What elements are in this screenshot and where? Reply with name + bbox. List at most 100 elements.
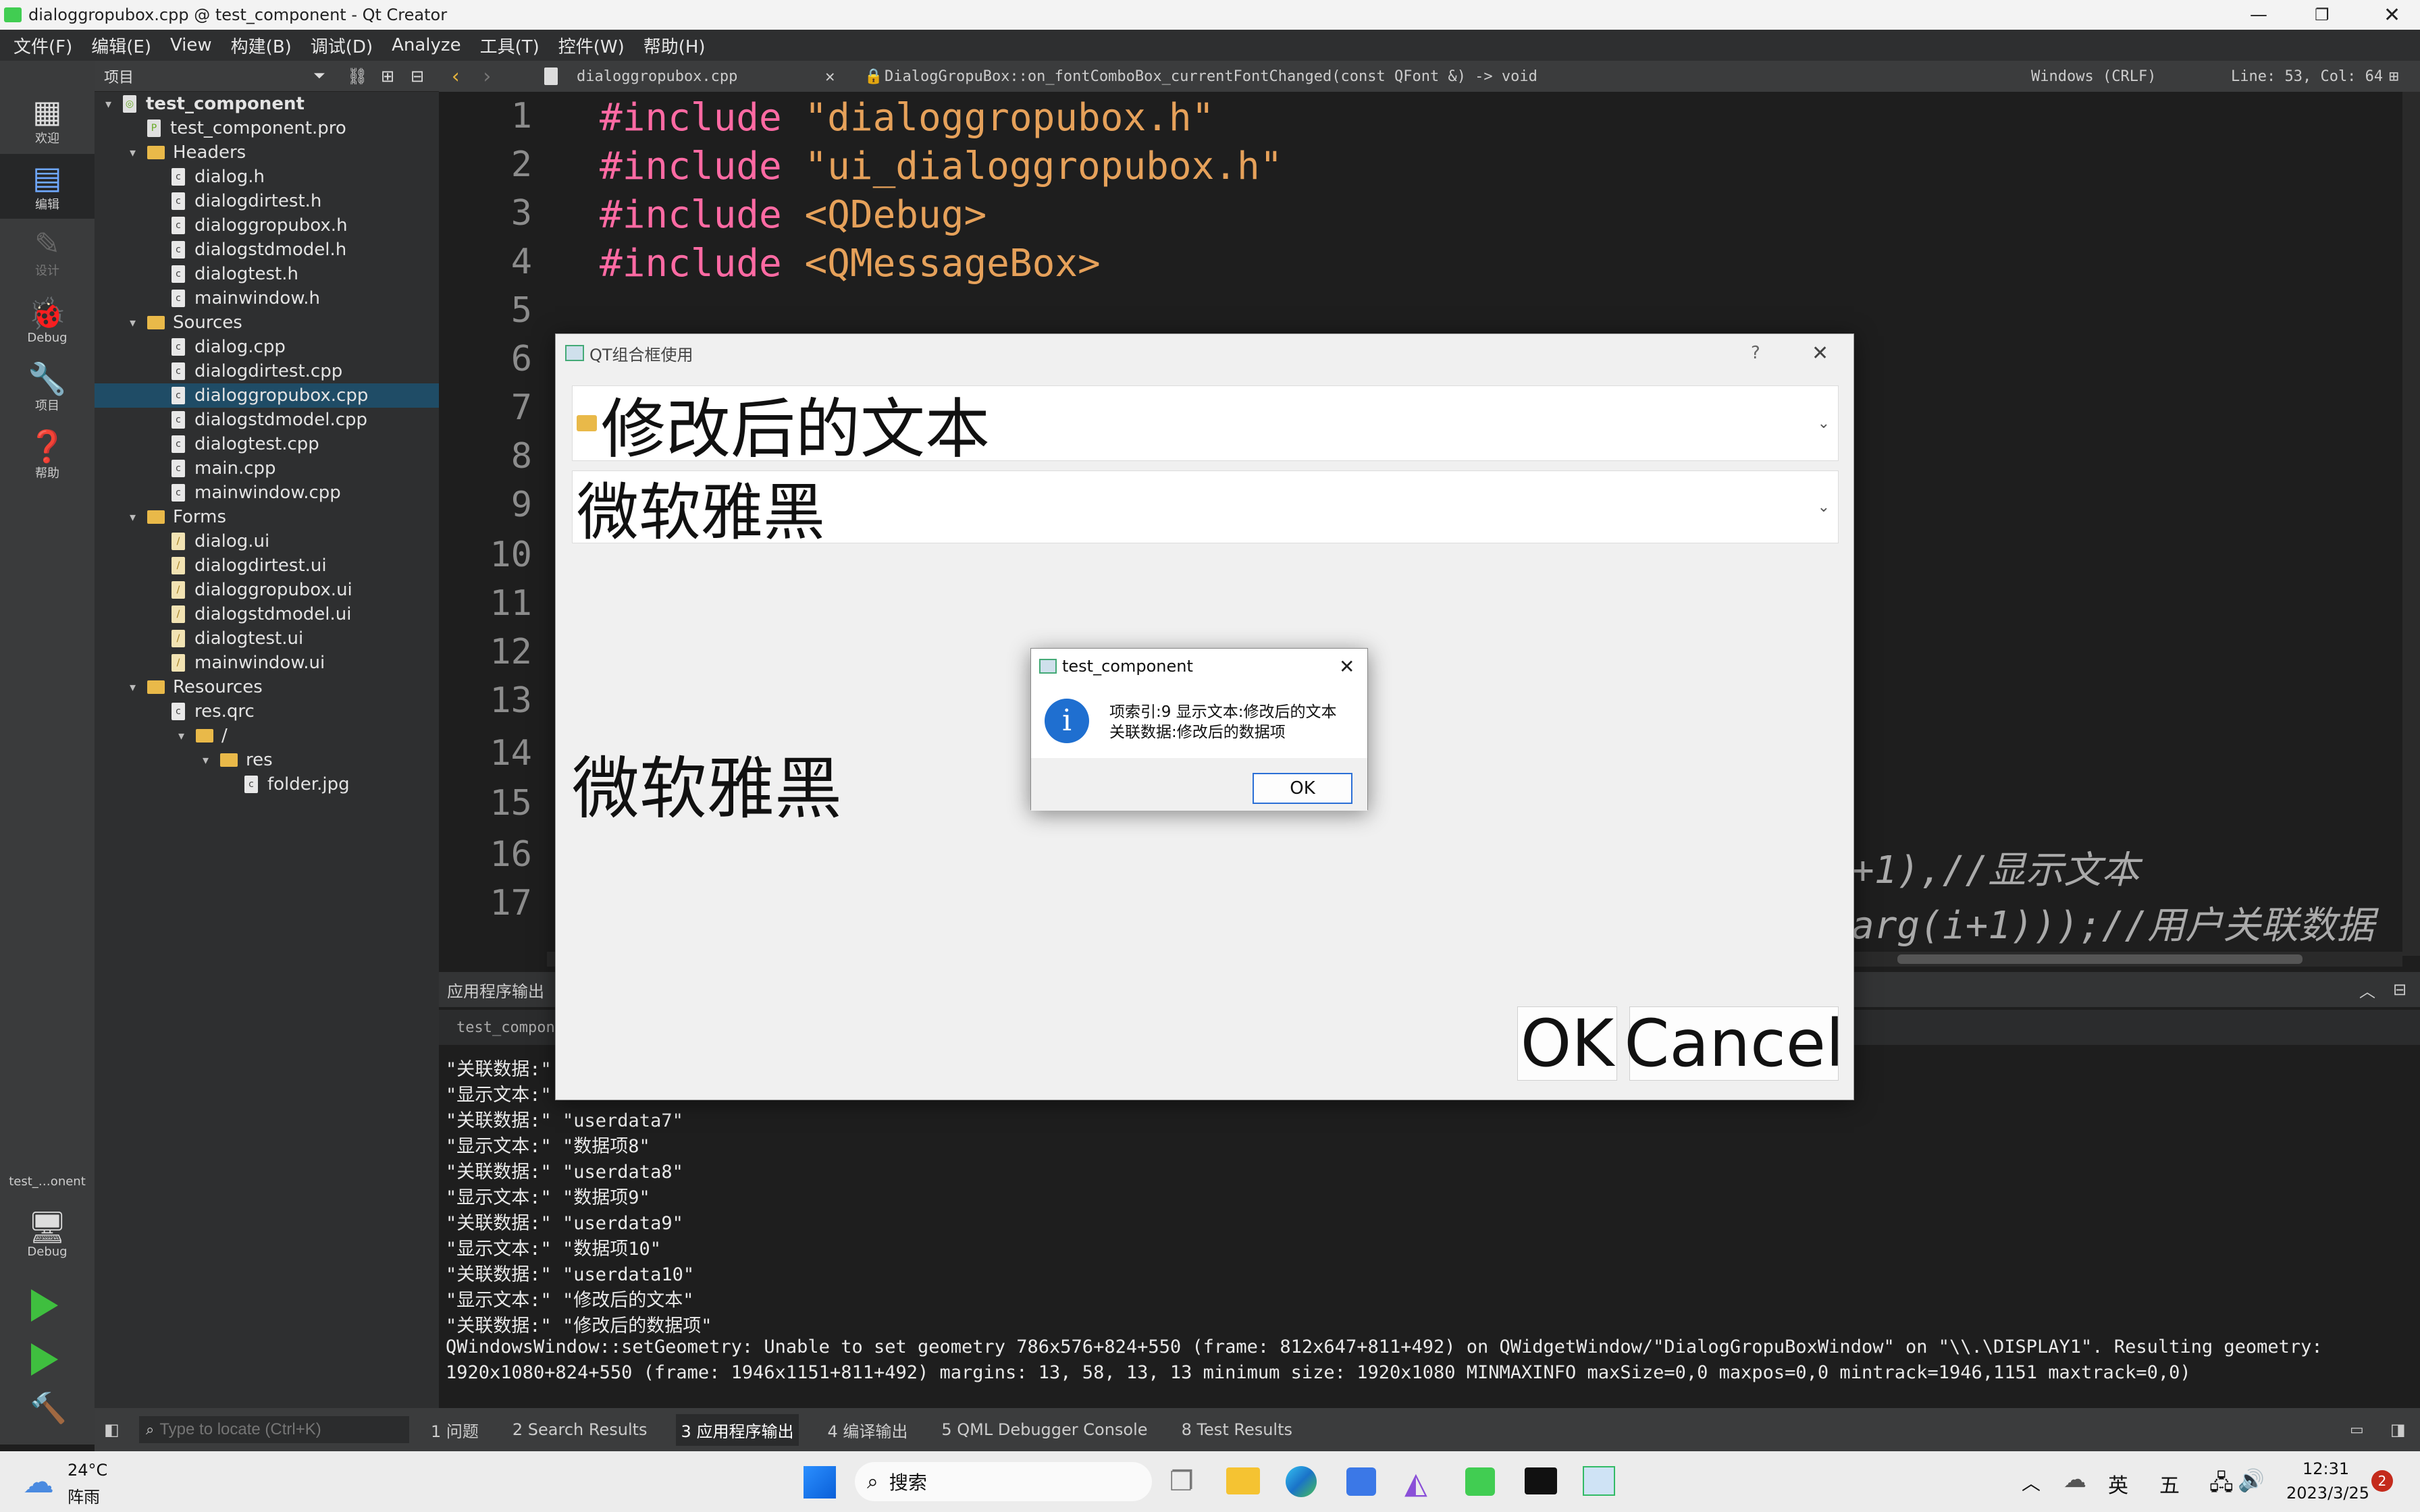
tree-item[interactable]: / dialogdirtest.ui [95,554,327,578]
tree-item[interactable]: c res.qrc [95,699,255,724]
tree-item[interactable]: ▾ Headers [95,140,246,165]
tree-item[interactable]: c mainwindow.h [95,286,320,310]
app-window-icon[interactable] [1583,1466,1615,1496]
pane-tab[interactable]: 5 QML Debugger Console [936,1416,1153,1443]
tree-item[interactable]: / mainwindow.ui [95,651,325,675]
locator-input[interactable] [159,1420,390,1439]
tree-item[interactable]: ▾ Resources [95,675,263,699]
tree-item[interactable]: ▾ Forms [95,505,226,529]
cursor-position[interactable]: Line: 53, Col: 64 [2231,68,2383,85]
run-icon[interactable] [31,1289,58,1322]
back-icon[interactable]: ‹ [450,65,462,88]
tray-expand-icon[interactable]: ︿ [2022,1469,2041,1496]
tree-item[interactable]: c dialogtest.h [95,262,298,286]
pane-tab[interactable]: 1 问题 [425,1414,484,1446]
menu-view[interactable]: View [170,35,212,55]
tree-item[interactable]: Ptest_component.pro [95,116,346,140]
menu-file[interactable]: 文件(F) [14,33,72,58]
pane-tab[interactable]: 4 编译输出 [822,1414,913,1446]
pane-tab[interactable]: 2 Search Results [507,1416,653,1443]
windows-start-icon[interactable] [804,1466,836,1498]
tree-item[interactable]: ▾ / [95,724,228,748]
mode-help[interactable]: ❓ 帮助 [0,423,95,487]
build-hammer-icon[interactable]: 🔨 [30,1390,67,1426]
menu-tools[interactable]: 工具(T) [480,33,540,58]
mode-debug[interactable]: 🐞 Debug [0,288,95,352]
ime-indicator[interactable]: 英 [2108,1469,2128,1498]
debug-run-icon[interactable] [31,1343,58,1376]
expand-arrow-icon[interactable]: ▾ [178,729,196,743]
mode-edit[interactable]: ▤ 编辑 [0,154,95,219]
dialog-ok-button[interactable]: OK [1517,1006,1617,1081]
visual-studio-icon[interactable]: ◭ [1404,1466,1427,1501]
onedrive-icon[interactable]: ☁ [2063,1466,2086,1493]
restore-icon[interactable]: ❐ [2315,5,2330,24]
expand-arrow-icon[interactable]: ▾ [130,510,147,524]
expand-arrow-icon[interactable]: ▾ [130,680,147,695]
close-file-icon[interactable]: ✕ [825,67,835,86]
tree-item[interactable]: c dialog.h [95,165,265,189]
menu-help[interactable]: 帮助(H) [643,33,706,58]
tree-item[interactable]: / dialoggropubox.ui [95,578,352,602]
text-combobox[interactable]: 修改后的文本 ⌄ [572,385,1839,467]
mode-design[interactable]: ✎ 设计 [0,220,95,285]
weather-temp[interactable]: 24°C [68,1461,107,1480]
menu-analyze[interactable]: Analyze [392,35,461,55]
panel-toggle-icon[interactable]: ▭ [2350,1422,2364,1438]
current-file-name[interactable]: dialoggropubox.cpp [577,68,737,85]
encoding-selector[interactable]: Windows (CRLF) [2031,68,2156,85]
messagebox-ok-button[interactable]: OK [1253,773,1352,804]
collapse-icon[interactable]: ︿ [2359,978,2375,1002]
expand-arrow-icon[interactable]: ▾ [105,97,123,111]
dialog-help-button[interactable]: ? [1751,343,1760,363]
edge-browser-icon[interactable] [1286,1466,1317,1497]
font-combobox[interactable]: 微软雅黑 ⌄ [572,470,1839,549]
taskbar-search[interactable]: ⌕ 搜索 [855,1462,1152,1501]
close-output-icon[interactable]: ⊟ [2393,980,2406,999]
weather-desc[interactable]: 阵雨 [68,1484,100,1507]
menu-debug[interactable]: 调试(D) [311,33,373,58]
ime-mode[interactable]: 五 [2159,1469,2180,1498]
tree-item[interactable]: c mainwindow.cpp [95,481,341,505]
menu-widgets[interactable]: 控件(W) [558,33,625,58]
split-editor-icon[interactable]: ⊞ [2389,67,2398,86]
mode-projects[interactable]: 🔧 项目 [0,355,95,420]
editor-vertical-scrollbar[interactable] [2402,92,2420,956]
tree-item[interactable]: c dialog.cpp [95,335,286,359]
terminal-icon[interactable] [1525,1467,1557,1494]
sync-link-icon[interactable]: ⛓ [347,67,367,86]
tree-item[interactable]: c dialogtest.cpp [95,432,319,456]
tree-item[interactable]: / dialogstdmodel.ui [95,602,351,626]
expand-arrow-icon[interactable]: ▾ [130,316,147,330]
forward-icon[interactable]: › [481,65,493,88]
menu-edit[interactable]: 编辑(E) [91,33,151,58]
filter-icon[interactable]: ⏷ [313,68,325,84]
clock-time[interactable]: 12:31 [2303,1459,2349,1478]
network-icon[interactable]: 🖧 [2209,1467,2234,1504]
tree-item[interactable]: ▾ res [95,748,273,772]
right-sidebar-icon[interactable]: ◨ [2390,1420,2406,1439]
tree-item[interactable]: c main.cpp [95,456,276,481]
tree-item[interactable]: c dialogstdmodel.cpp [95,408,367,432]
tree-item[interactable]: / dialog.ui [95,529,269,554]
toggle-sidebar-icon[interactable]: ◧ [104,1420,120,1439]
split-icon[interactable]: ⊞ [381,67,394,86]
tree-item[interactable]: c dialoggropubox.cpp [95,383,439,408]
notification-badge[interactable]: 2 [2371,1470,2393,1492]
volume-icon[interactable]: 🔊 [2238,1467,2265,1493]
expand-arrow-icon[interactable]: ▾ [130,146,147,160]
function-selector[interactable]: DialogGropuBox::on_fontComboBox_currentF… [885,68,1537,85]
close-icon[interactable]: ✕ [2384,3,2400,27]
tree-item[interactable]: c dialogstdmodel.h [95,238,346,262]
clock-date[interactable]: 2023/3/25 [2286,1484,2369,1503]
tree-item[interactable]: c dialoggropubox.h [95,213,348,238]
messagebox-close-icon[interactable]: ✕ [1339,655,1354,678]
tree-item[interactable]: / dialogtest.ui [95,626,303,651]
minimize-icon[interactable]: — [2250,5,2267,25]
menu-build[interactable]: 构建(B) [231,33,292,58]
tree-item[interactable]: ▾ Sources [95,310,242,335]
file-explorer-icon[interactable] [1226,1467,1260,1494]
dialog-close-icon[interactable]: ✕ [1812,342,1829,365]
locator-box[interactable]: ⌕ [139,1416,409,1443]
store-icon[interactable] [1346,1467,1376,1496]
